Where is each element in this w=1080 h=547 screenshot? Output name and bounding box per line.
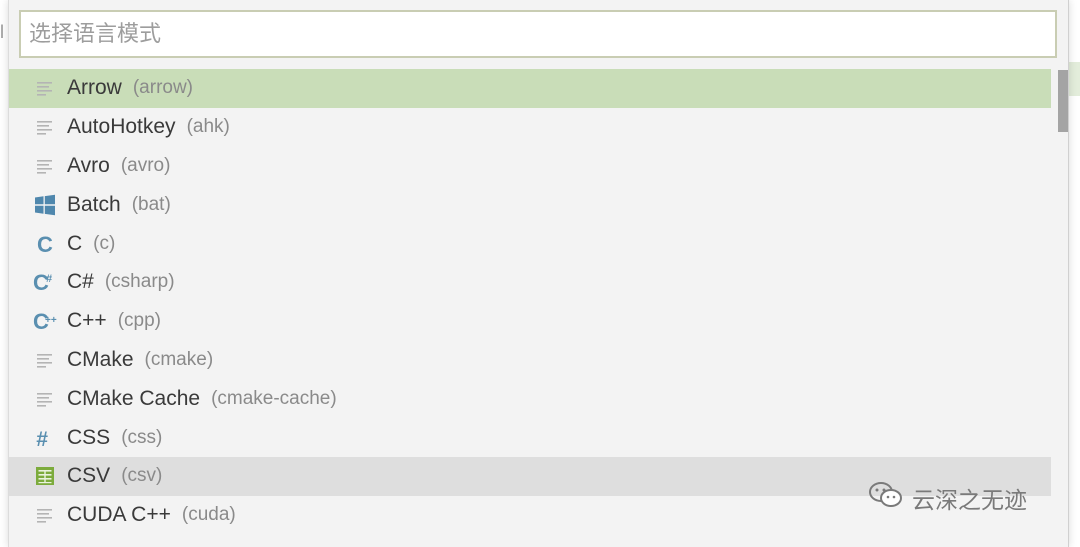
hash-icon: # xyxy=(33,426,57,450)
language-alias: (cmake-cache) xyxy=(211,387,337,409)
language-alias: (ahk) xyxy=(186,116,230,138)
search-box xyxy=(19,10,1057,58)
c-icon: C xyxy=(33,232,57,256)
svg-text:C: C xyxy=(37,233,53,255)
csharp-icon: C # xyxy=(33,270,57,294)
language-mode-picker: Arrow (arrow) AutoHotkey (ahk) Avro (avro) Bat… xyxy=(8,0,1069,547)
windows-icon xyxy=(33,193,57,217)
scrollbar-thumb[interactable] xyxy=(1058,70,1068,132)
language-item-bat[interactable]: Batch (bat) xyxy=(9,185,1051,224)
language-name: CMake xyxy=(67,347,134,371)
language-item-csharp[interactable]: C # C# (csharp) xyxy=(9,263,1051,302)
language-name: Batch xyxy=(67,192,121,216)
language-alias: (c) xyxy=(93,232,116,254)
lines-icon xyxy=(33,503,57,527)
language-item-cpp[interactable]: C ++ C++ (cpp) xyxy=(9,302,1051,341)
language-name: C++ xyxy=(67,309,107,333)
language-name: CSS xyxy=(67,425,111,449)
language-alias: (cmake) xyxy=(144,348,214,370)
language-name: Avro xyxy=(67,153,110,177)
language-alias: (csv) xyxy=(121,465,163,487)
language-name: AutoHotkey xyxy=(67,115,176,139)
wechat-icon xyxy=(868,480,904,516)
language-name: CSV xyxy=(67,464,111,488)
lines-icon xyxy=(33,387,57,411)
lines-icon xyxy=(33,115,57,139)
language-name: C# xyxy=(67,270,94,294)
watermark-text: 云深之无迹 xyxy=(912,488,1027,514)
language-item-cmake-cache[interactable]: CMake Cache (cmake-cache) xyxy=(9,379,1051,418)
scrollbar[interactable] xyxy=(1058,70,1068,547)
background-editor-highlight xyxy=(1068,62,1080,96)
language-item-css[interactable]: # CSS (css) xyxy=(9,418,1051,457)
language-alias: (bat) xyxy=(131,193,171,215)
lines-icon xyxy=(33,154,57,178)
svg-text:++: ++ xyxy=(45,315,57,326)
svg-text:#: # xyxy=(36,428,48,449)
background-editor-text: l xyxy=(0,22,4,42)
language-name: Arrow xyxy=(67,76,122,100)
language-name: CUDA C++ xyxy=(67,503,171,527)
language-item-c[interactable]: C C (c) xyxy=(9,224,1051,263)
language-item-avro[interactable]: Avro (avro) xyxy=(9,147,1051,186)
language-alias: (avro) xyxy=(120,154,171,176)
language-name: C xyxy=(67,231,83,255)
language-search-input[interactable] xyxy=(21,12,1055,56)
language-item-cmake[interactable]: CMake (cmake) xyxy=(9,341,1051,380)
language-name: CMake Cache xyxy=(67,386,201,410)
lines-icon xyxy=(33,76,57,100)
watermark: 云深之无迹 xyxy=(868,478,1027,518)
language-list: Arrow (arrow) AutoHotkey (ahk) Avro (avro) Bat… xyxy=(9,69,1051,535)
lines-icon xyxy=(33,348,57,372)
language-alias: (cpp) xyxy=(117,310,161,332)
language-alias: (csharp) xyxy=(104,271,175,293)
language-alias: (cuda) xyxy=(181,504,236,526)
language-alias: (css) xyxy=(121,426,163,448)
language-alias: (arrow) xyxy=(132,77,194,99)
language-item-ahk[interactable]: AutoHotkey (ahk) xyxy=(9,108,1051,147)
svg-text:#: # xyxy=(46,273,52,285)
table-icon xyxy=(33,464,57,488)
language-item-arrow[interactable]: Arrow (arrow) xyxy=(9,69,1051,108)
cpp-icon: C ++ xyxy=(33,309,57,333)
